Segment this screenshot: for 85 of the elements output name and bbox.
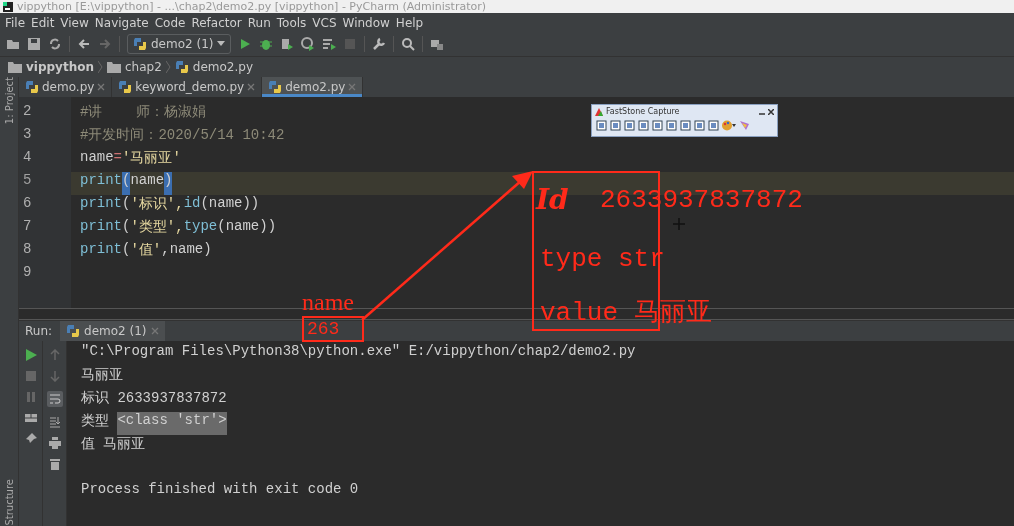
code-line: print(name) bbox=[80, 172, 173, 195]
line-number: 7 bbox=[22, 218, 33, 236]
soft-wrap-icon[interactable] bbox=[46, 391, 63, 407]
breadcrumb[interactable]: chap2 bbox=[125, 60, 162, 74]
code-line: print('类型',type(name)) bbox=[80, 218, 277, 237]
breadcrumb[interactable]: vippython bbox=[26, 60, 94, 74]
layout-icon[interactable] bbox=[24, 412, 37, 424]
editor-tab[interactable]: demo2.py bbox=[262, 77, 364, 97]
menu-item[interactable]: View bbox=[57, 15, 92, 30]
console-line: Process finished with exit code 0 bbox=[81, 481, 359, 499]
database-icon[interactable] bbox=[430, 37, 445, 51]
python-icon bbox=[133, 37, 147, 51]
close-icon bbox=[150, 327, 159, 335]
line-number: 5 bbox=[22, 172, 33, 190]
line-number: 6 bbox=[22, 195, 33, 213]
search-icon[interactable] bbox=[401, 37, 416, 51]
python-icon bbox=[118, 80, 133, 94]
console-line: 标识 2633937837872 bbox=[81, 389, 227, 408]
menu-item[interactable]: Refactor bbox=[188, 15, 245, 30]
run-tab[interactable]: demo2 (1) bbox=[60, 321, 165, 341]
structure-tool-tab[interactable]: Structure bbox=[3, 479, 15, 526]
python-icon bbox=[66, 324, 81, 338]
code-line: name='马丽亚' bbox=[80, 149, 181, 168]
console-line: "C:\Program Files\Python38\python.exe" E:/vippython/chap2/demo2.py bbox=[81, 343, 636, 361]
folder-icon bbox=[8, 61, 22, 73]
project-tool-tab[interactable]: 1: Project bbox=[3, 77, 15, 125]
settings-icon[interactable] bbox=[739, 120, 750, 131]
annotation-text: name bbox=[302, 290, 354, 314]
folder-icon[interactable] bbox=[6, 37, 20, 51]
menu-item[interactable]: Help bbox=[392, 15, 427, 30]
bug-icon[interactable] bbox=[259, 37, 274, 51]
console-line: 值 马丽亚 bbox=[81, 435, 146, 454]
console-line: 类型 <class 'str'> bbox=[81, 412, 227, 435]
python-icon bbox=[268, 80, 283, 94]
breadcrumb[interactable]: demo2.py bbox=[192, 60, 254, 74]
folder-icon bbox=[107, 61, 121, 73]
line-number: 9 bbox=[22, 264, 33, 282]
run-panel-label: Run: bbox=[24, 324, 54, 338]
trash-icon[interactable] bbox=[48, 458, 61, 470]
profile-icon[interactable] bbox=[301, 37, 316, 51]
menu-item[interactable]: Window bbox=[339, 15, 393, 30]
run-icon[interactable] bbox=[24, 349, 37, 361]
console-line: 马丽亚 bbox=[81, 366, 123, 385]
line-number: 2 bbox=[22, 103, 33, 121]
logo-icon bbox=[595, 107, 603, 116]
chevron-icon bbox=[165, 60, 171, 74]
annotation-frame bbox=[302, 316, 364, 342]
run-configuration-dropdown[interactable]: demo2 (1) bbox=[127, 34, 232, 54]
close-icon bbox=[97, 83, 106, 91]
code-line: print('标识',id(name)) bbox=[80, 195, 260, 214]
handwritten-annotation: Id bbox=[536, 186, 569, 214]
coverage-icon[interactable] bbox=[280, 37, 295, 51]
line-number: 3 bbox=[22, 126, 33, 144]
code-line: #讲 师：杨淑娟 bbox=[80, 103, 206, 122]
menu-item[interactable]: Code bbox=[151, 15, 189, 30]
menu-item[interactable]: Edit bbox=[28, 15, 58, 30]
annotation-text: 263 bbox=[307, 320, 340, 338]
menu-item[interactable]: Navigate bbox=[91, 15, 152, 30]
python-icon bbox=[174, 60, 189, 74]
refresh-icon[interactable] bbox=[48, 37, 62, 51]
close-icon bbox=[247, 83, 256, 91]
code-line: print('值',name) bbox=[80, 241, 212, 260]
save-icon[interactable] bbox=[27, 37, 41, 51]
palette-icon[interactable] bbox=[722, 120, 736, 131]
print-icon[interactable] bbox=[48, 437, 61, 449]
line-number: 4 bbox=[22, 149, 33, 167]
python-icon bbox=[25, 80, 39, 94]
menu-item[interactable]: Run bbox=[244, 15, 274, 30]
caret-icon bbox=[217, 41, 226, 47]
chevron-icon bbox=[98, 60, 103, 74]
concurrency-icon[interactable] bbox=[322, 37, 337, 51]
close-icon bbox=[348, 83, 357, 91]
code-line: #开发时间：2020/5/14 10:42 bbox=[80, 126, 285, 145]
capture-window-title: FastStone Capture bbox=[606, 107, 680, 116]
menu-item[interactable]: File bbox=[2, 15, 29, 30]
window-title: vippython [E:\vippython] - ...\chap2\demo2.py [vippython] - PyCharm (Administrator) bbox=[17, 0, 486, 13]
line-number: 8 bbox=[22, 241, 33, 259]
app-icon bbox=[3, 1, 13, 12]
back-arrow-icon[interactable] bbox=[77, 37, 91, 51]
menu-item[interactable]: VCS bbox=[309, 15, 340, 30]
close-icon[interactable] bbox=[768, 108, 774, 115]
menu-item[interactable]: Tools bbox=[273, 15, 310, 30]
crosshair-cursor bbox=[672, 217, 686, 231]
wrench-icon[interactable] bbox=[372, 37, 387, 51]
scroll-to-end-icon[interactable] bbox=[48, 416, 61, 428]
